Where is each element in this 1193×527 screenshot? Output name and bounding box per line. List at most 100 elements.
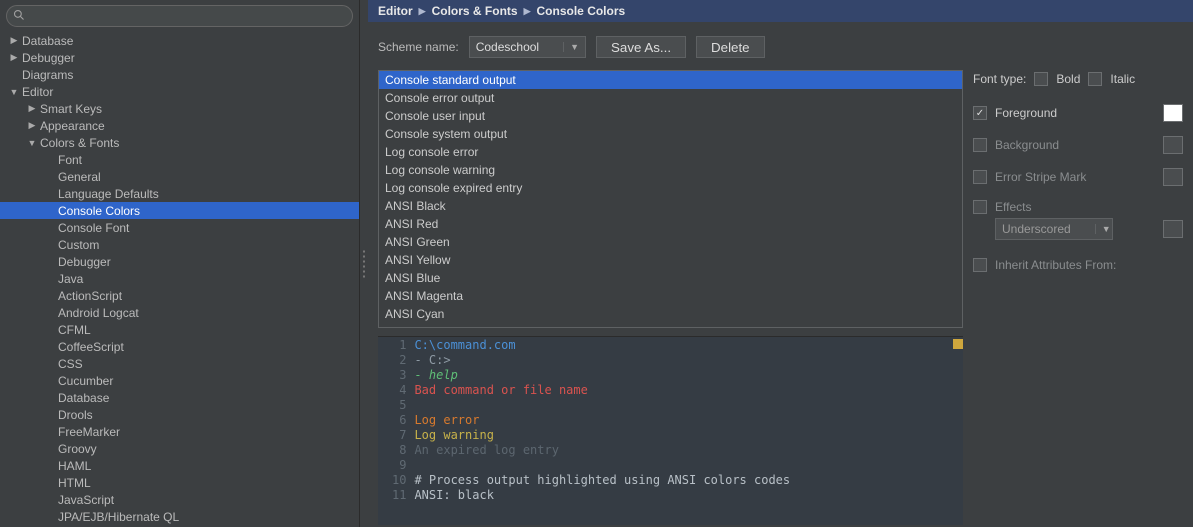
- tree-item[interactable]: Console Font: [0, 219, 359, 236]
- attribute-item[interactable]: Log console error: [379, 143, 962, 161]
- attribute-item[interactable]: Console system output: [379, 125, 962, 143]
- tree-item[interactable]: Language Defaults: [0, 185, 359, 202]
- tree-item-label: Smart Keys: [40, 102, 102, 116]
- tree-item-label: Java: [58, 272, 83, 286]
- tree-item[interactable]: ▶Appearance: [0, 117, 359, 134]
- tree-item[interactable]: General: [0, 168, 359, 185]
- delete-button[interactable]: Delete: [696, 36, 765, 58]
- tree-item-label: Diagrams: [22, 68, 73, 82]
- tree-item[interactable]: ActionScript: [0, 287, 359, 304]
- foreground-swatch[interactable]: [1163, 104, 1183, 122]
- attribute-item[interactable]: Console error output: [379, 89, 962, 107]
- attribute-item[interactable]: ANSI Black: [379, 197, 962, 215]
- italic-checkbox[interactable]: [1088, 72, 1102, 86]
- tree-item[interactable]: ▶Database: [0, 32, 359, 49]
- tree-item[interactable]: ▼Editor: [0, 83, 359, 100]
- attribute-item[interactable]: ANSI Gray: [379, 323, 962, 328]
- splitter-grip[interactable]: [360, 0, 368, 527]
- attribute-item[interactable]: ANSI Cyan: [379, 305, 962, 323]
- breadcrumb-item[interactable]: Console Colors: [537, 4, 626, 18]
- attribute-item[interactable]: Log console warning: [379, 161, 962, 179]
- attribute-item[interactable]: Console user input: [379, 107, 962, 125]
- tree-item[interactable]: FreeMarker: [0, 423, 359, 440]
- tree-item[interactable]: Custom: [0, 236, 359, 253]
- tree-item[interactable]: CoffeeScript: [0, 338, 359, 355]
- tree-item[interactable]: ▶Debugger: [0, 49, 359, 66]
- chevron-right-icon[interactable]: ▶: [26, 120, 38, 131]
- code-preview: 1234567891011 C:\command.com- C:>- helpB…: [378, 336, 963, 525]
- tree-item[interactable]: Debugger: [0, 253, 359, 270]
- tree-item[interactable]: Drools: [0, 406, 359, 423]
- save-as-button[interactable]: Save As...: [596, 36, 686, 58]
- effects-select[interactable]: Underscored ▼: [995, 218, 1113, 240]
- tree-item-label: Database: [58, 391, 109, 405]
- attribute-item[interactable]: Console standard output: [379, 71, 962, 89]
- foreground-checkbox[interactable]: [973, 106, 987, 120]
- tree-item[interactable]: ▶Smart Keys: [0, 100, 359, 117]
- tree-item[interactable]: CFML: [0, 321, 359, 338]
- chevron-right-icon: ▶: [419, 6, 426, 17]
- error-stripe-marker[interactable]: [953, 339, 963, 349]
- breadcrumb-item[interactable]: Editor: [378, 4, 413, 18]
- italic-label: Italic: [1110, 72, 1135, 86]
- tree-item-label: JPA/EJB/Hibernate QL: [58, 510, 179, 524]
- breadcrumb-item[interactable]: Colors & Fonts: [432, 4, 518, 18]
- chevron-right-icon: ▶: [524, 6, 531, 17]
- tree-item[interactable]: HTML: [0, 474, 359, 491]
- tree-item-label: Debugger: [58, 255, 111, 269]
- chevron-right-icon[interactable]: ▶: [26, 103, 38, 114]
- tree-item[interactable]: CSS: [0, 355, 359, 372]
- tree-item-label: CFML: [58, 323, 91, 337]
- inherit-label: Inherit Attributes From:: [995, 258, 1116, 272]
- tree-item[interactable]: Java: [0, 270, 359, 287]
- tree-item[interactable]: JPA/EJB/Hibernate QL: [0, 508, 359, 525]
- error-stripe-checkbox[interactable]: [973, 170, 987, 184]
- effects-swatch[interactable]: [1163, 220, 1183, 238]
- tree-item[interactable]: ▼Colors & Fonts: [0, 134, 359, 151]
- chevron-down-icon[interactable]: ▼: [8, 87, 20, 97]
- chevron-down-icon[interactable]: ▼: [26, 138, 38, 148]
- tree-item-label: Groovy: [58, 442, 97, 456]
- tree-item[interactable]: JavaScript: [0, 491, 359, 508]
- bold-label: Bold: [1056, 72, 1080, 86]
- tree-item[interactable]: Groovy: [0, 440, 359, 457]
- inherit-checkbox[interactable]: [973, 258, 987, 272]
- attribute-item[interactable]: ANSI Yellow: [379, 251, 962, 269]
- code-scroll[interactable]: 1234567891011 C:\command.com- C:>- helpB…: [378, 337, 963, 525]
- chevron-right-icon[interactable]: ▶: [8, 52, 20, 63]
- bold-checkbox[interactable]: [1034, 72, 1048, 86]
- background-checkbox[interactable]: [973, 138, 987, 152]
- tree-item-label: CSS: [58, 357, 83, 371]
- scheme-row: Scheme name: Codeschool ▼ Save As... Del…: [368, 22, 1193, 70]
- settings-sidebar: ▶Database▶DebuggerDiagrams▼Editor▶Smart …: [0, 0, 360, 527]
- chevron-right-icon[interactable]: ▶: [8, 35, 20, 46]
- properties-column: Font type: Bold Italic Foreground Backgr…: [973, 70, 1183, 525]
- tree-item[interactable]: Cucumber: [0, 372, 359, 389]
- tree-item[interactable]: HAML: [0, 457, 359, 474]
- settings-tree[interactable]: ▶Database▶DebuggerDiagrams▼Editor▶Smart …: [0, 32, 359, 527]
- scheme-select[interactable]: Codeschool ▼: [469, 36, 586, 58]
- tree-item-label: Appearance: [40, 119, 105, 133]
- effects-checkbox[interactable]: [973, 200, 987, 214]
- error-stripe-swatch[interactable]: [1163, 168, 1183, 186]
- code-gutter: 1234567891011: [378, 337, 414, 525]
- attribute-list[interactable]: Console standard outputConsole error out…: [378, 70, 963, 328]
- attribute-item[interactable]: Log console expired entry: [379, 179, 962, 197]
- tree-item-label: JavaScript: [58, 493, 114, 507]
- scheme-name-label: Scheme name:: [378, 40, 459, 54]
- attribute-item[interactable]: ANSI Blue: [379, 269, 962, 287]
- search-input[interactable]: [6, 5, 353, 27]
- scheme-select-value: Codeschool: [476, 40, 539, 54]
- foreground-label: Foreground: [995, 106, 1057, 120]
- tree-item-label: ActionScript: [58, 289, 122, 303]
- background-swatch[interactable]: [1163, 136, 1183, 154]
- tree-item[interactable]: Android Logcat: [0, 304, 359, 321]
- tree-item[interactable]: Console Colors: [0, 202, 359, 219]
- attribute-item[interactable]: ANSI Green: [379, 233, 962, 251]
- attribute-item[interactable]: ANSI Magenta: [379, 287, 962, 305]
- tree-item[interactable]: Database: [0, 389, 359, 406]
- tree-item[interactable]: Font: [0, 151, 359, 168]
- attribute-item[interactable]: ANSI Red: [379, 215, 962, 233]
- breadcrumb: Editor ▶ Colors & Fonts ▶ Console Colors: [368, 0, 1193, 22]
- tree-item[interactable]: Diagrams: [0, 66, 359, 83]
